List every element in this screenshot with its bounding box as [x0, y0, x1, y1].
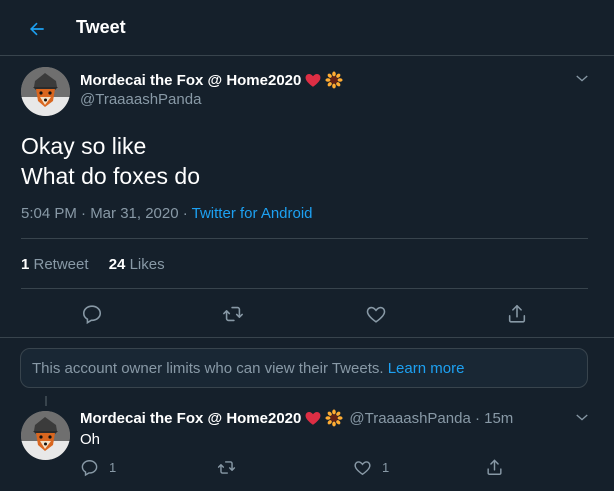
chevron-down-icon [576, 414, 588, 421]
reply-avatar[interactable] [21, 411, 70, 460]
sunflower-emoji-icon [325, 409, 343, 427]
heart-emoji-icon [305, 412, 321, 425]
thread-connector [45, 396, 47, 406]
reply-author-display-name[interactable]: Mordecai the Fox @ Home2020 [80, 410, 301, 427]
like-label: Likes [125, 256, 165, 273]
retweet-icon [217, 460, 236, 474]
sunflower-emoji-icon [325, 71, 343, 89]
heart-icon [366, 306, 386, 323]
retweet-icon [223, 306, 243, 322]
retweet-button[interactable] [215, 296, 251, 332]
retweet-label: Retweet [29, 256, 89, 273]
page-header: Tweet [0, 0, 614, 56]
divider [21, 238, 588, 239]
share-icon [487, 459, 502, 475]
page-title: Tweet [76, 17, 126, 37]
divider [21, 288, 588, 289]
tweet-timestamp-line: 5:04 PM · Mar 31, 2020 · Twitter for And… [21, 205, 313, 222]
reply-icon [81, 459, 98, 476]
section-divider [0, 337, 614, 338]
reply-text: Oh [80, 431, 101, 448]
reply-retweet-button[interactable] [217, 456, 236, 478]
protected-account-notice: This account owner limits who can view t… [20, 348, 588, 388]
tweet-stats: 1 Retweet 24 Likes [21, 256, 165, 273]
author-display-name[interactable]: Mordecai the Fox @ Home2020 [80, 72, 301, 89]
back-button[interactable] [22, 14, 52, 44]
reply-handle-time[interactable]: @TraaaashPanda · 15m [349, 410, 513, 427]
notice-text: This account owner limits who can view t… [32, 360, 388, 377]
share-icon [508, 304, 526, 323]
reply-icon [82, 305, 102, 325]
heart-icon [354, 460, 371, 475]
tweet-text-line: Okay so like [21, 133, 147, 159]
chevron-down-icon [576, 75, 588, 82]
learn-more-link[interactable]: Learn more [388, 360, 465, 377]
like-button[interactable] [358, 296, 394, 332]
reply-like-button[interactable]: 1 [353, 456, 389, 478]
reply-like-count: 1 [382, 459, 390, 475]
author-handle[interactable]: @TraaaashPanda [80, 91, 201, 108]
reply-share-button[interactable] [485, 456, 504, 478]
reply-button[interactable] [74, 296, 110, 332]
tweet-text: Okay so like What do foxes do [21, 131, 200, 191]
retweets-stat[interactable]: 1 Retweet [21, 256, 89, 273]
avatar[interactable] [21, 67, 70, 116]
tweet-text-line: What do foxes do [21, 163, 200, 189]
share-button[interactable] [499, 296, 535, 332]
heart-emoji-icon [305, 74, 321, 87]
tweet-timestamp[interactable]: 5:04 PM · Mar 31, 2020 · [21, 205, 192, 222]
likes-stat[interactable]: 24 Likes [109, 256, 165, 273]
reply-options-button[interactable] [573, 408, 591, 426]
author-name-line: Mordecai the Fox @ Home2020 [80, 71, 343, 89]
reply-count: 1 [109, 459, 117, 475]
tweet-source-link[interactable]: Twitter for Android [192, 205, 313, 222]
reply-author-line: Mordecai the Fox @ Home2020 @TraaaashPan… [80, 409, 513, 427]
arrow-left-icon [30, 22, 44, 36]
tweet-detail-page: Tweet Mordecai the Fox @ Home2020 @Traaa… [0, 0, 614, 491]
reply-reply-button[interactable]: 1 [80, 456, 116, 478]
tweet-options-button[interactable] [573, 69, 591, 87]
like-count: 24 [108, 256, 126, 273]
